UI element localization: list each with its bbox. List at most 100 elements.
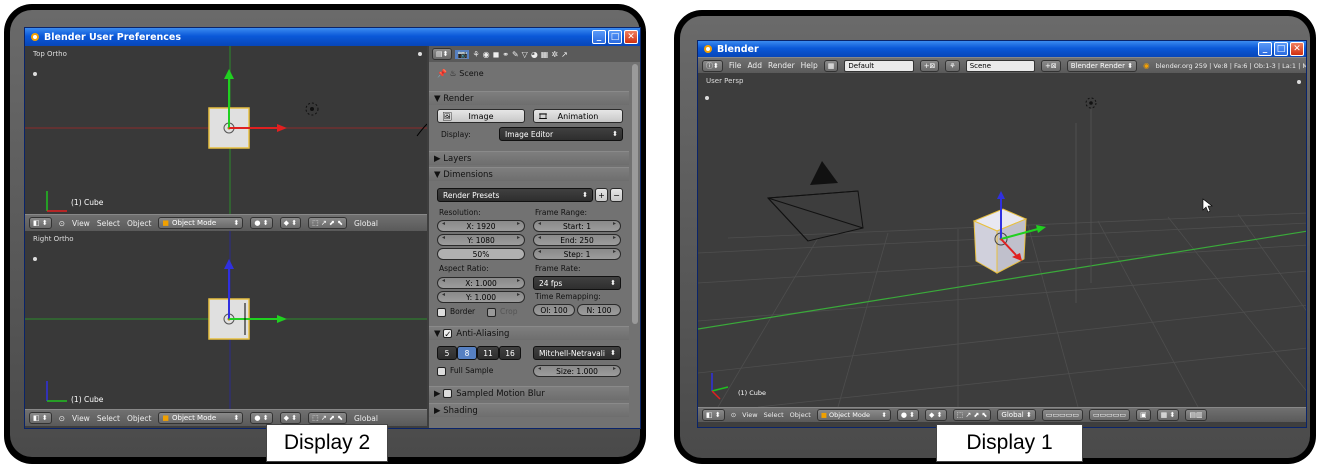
screen-layout-field[interactable]: Default — [844, 59, 914, 72]
render-presets-select[interactable]: Render Presets ⬍ — [437, 188, 593, 202]
layer-buttons-1[interactable]: ▭▭▭▭▭ — [1041, 409, 1083, 421]
data-tab-icon[interactable]: ▽ — [522, 50, 528, 59]
panel-motion-blur-header[interactable]: ▶ Sampled Motion Blur — [429, 386, 629, 400]
screen-layout-icon[interactable]: ▦ — [823, 59, 839, 72]
object-tab-icon[interactable]: ◼ — [493, 50, 500, 59]
maximize-button[interactable]: □ — [608, 30, 622, 44]
editor-type-button[interactable]: ⓘ⬍ — [702, 59, 723, 72]
panel-shading-header[interactable]: ▶ Shading — [429, 403, 629, 417]
manipulator-buttons[interactable]: ⬚ ↗ ⬈ ⬉ — [308, 217, 347, 229]
lock-icon[interactable]: ▣ — [1136, 409, 1151, 421]
menu-object[interactable]: Object — [127, 219, 151, 228]
close-button[interactable]: ✕ — [624, 30, 638, 44]
minimize-button[interactable]: _ — [1258, 42, 1272, 56]
time-remap-new-field[interactable]: N: 100 — [577, 304, 621, 316]
scene-icon[interactable]: ⚘ — [945, 59, 960, 72]
shading-select[interactable]: ● ⬍ — [896, 409, 920, 421]
menu-select[interactable]: Select — [97, 414, 120, 423]
material-tab-icon[interactable]: ◕ — [531, 50, 538, 59]
panel-dimensions-header[interactable]: ▼ Dimensions — [429, 167, 629, 181]
aa-sample-16[interactable]: 16 — [499, 346, 521, 360]
menu-object[interactable]: Object — [790, 411, 811, 419]
resolution-y-field[interactable]: ◂ Y: 1080 ▸ — [437, 234, 525, 246]
frame-end-field[interactable]: ◂ End: 250 ▸ — [533, 234, 621, 246]
physics-tab-icon[interactable]: ↗ — [561, 50, 568, 59]
layout-add-remove[interactable]: +⊠ — [919, 59, 940, 72]
minimize-button[interactable]: _ — [592, 30, 606, 44]
toggle-icon[interactable]: ⊙ — [731, 411, 736, 419]
editor-type-button[interactable]: ◧ ⬍ — [702, 409, 725, 421]
panel-layers-header[interactable]: ▶ Layers — [429, 151, 629, 165]
menu-view[interactable]: View — [72, 414, 90, 423]
render-preview-buttons[interactable]: ▤▥ — [1185, 409, 1207, 421]
orientation-select[interactable]: Global — [354, 219, 378, 228]
editor-type-button[interactable]: ◧ ⬍ — [29, 412, 52, 424]
aa-sample-11[interactable]: 11 — [477, 346, 499, 360]
titlebar[interactable]: Blender _ □ ✕ — [698, 41, 1306, 57]
add-preset-button[interactable]: + — [595, 188, 608, 202]
shading-select[interactable]: ● ⬍ — [250, 412, 273, 424]
properties-scrollbar[interactable] — [632, 64, 638, 324]
render-image-button[interactable]: 🖼 Image — [437, 109, 525, 123]
particles-tab-icon[interactable]: ✲ — [551, 50, 558, 59]
pivot-select[interactable]: ◆ ⬍ — [925, 409, 947, 421]
aspect-x-field[interactable]: ◂ X: 1.000 ▸ — [437, 277, 525, 289]
menu-object[interactable]: Object — [127, 414, 151, 423]
manipulator-buttons[interactable]: ⬚ ↗ ⬈ ⬉ — [952, 409, 992, 421]
editor-type-button[interactable]: ◧ ⬍ — [29, 217, 52, 229]
aa-sample-8[interactable]: 8 — [457, 346, 477, 360]
aa-sample-5[interactable]: 5 — [437, 346, 457, 360]
menu-select[interactable]: Select — [764, 411, 784, 419]
menu-view[interactable]: View — [742, 411, 757, 419]
orientation-select[interactable]: Global ⬍ — [997, 409, 1036, 421]
render-tab-icon[interactable]: 📷 — [455, 49, 470, 59]
constraint-tab-icon[interactable]: ⚭ — [502, 50, 509, 59]
menu-render[interactable]: Render — [768, 61, 795, 70]
mode-select[interactable]: ■ Object Mode ⬍ — [816, 409, 891, 421]
crop-checkbox[interactable]: Crop — [487, 307, 518, 317]
mode-select[interactable]: ■ Object Mode ⬍ — [158, 217, 244, 229]
frame-step-field[interactable]: ◂ Step: 1 ▸ — [533, 248, 621, 260]
orientation-select[interactable]: Global — [354, 414, 378, 423]
viewport-right-ortho[interactable]: Right Ortho (1) Cube — [25, 231, 427, 409]
border-checkbox[interactable]: Border — [437, 307, 475, 317]
render-engine-select[interactable]: Blender Render ⬍ — [1066, 59, 1138, 72]
snap-buttons[interactable]: ▦ ⬍ — [1156, 409, 1180, 421]
scene-add-remove[interactable]: +⊠ — [1040, 59, 1061, 72]
mode-select[interactable]: ■ Object Mode ⬍ — [158, 412, 244, 424]
titlebar[interactable]: Blender User Preferences _ □ ✕ — [25, 28, 640, 46]
world-tab-icon[interactable]: ◉ — [483, 50, 490, 59]
frame-start-field[interactable]: ◂ Start: 1 ▸ — [533, 220, 621, 232]
menu-select[interactable]: Select — [97, 219, 120, 228]
editor-type-button[interactable]: ▤⬍ — [432, 48, 453, 60]
layer-buttons-2[interactable]: ▭▭▭▭▭ — [1088, 409, 1131, 421]
shading-select[interactable]: ● ⬍ — [250, 217, 273, 229]
toggle-icon[interactable]: ⊙ — [59, 219, 65, 228]
aspect-y-field[interactable]: ◂ Y: 1.000 ▸ — [437, 291, 525, 303]
aa-size-field[interactable]: ◂ Size: 1.000 ▸ — [533, 365, 621, 377]
texture-tab-icon[interactable]: ▦ — [541, 50, 549, 59]
pin-icon[interactable]: 📌 — [437, 69, 447, 78]
modifier-tab-icon[interactable]: ✎ — [512, 50, 519, 59]
menu-help[interactable]: Help — [801, 61, 818, 70]
panel-render-header[interactable]: ▼ Render — [429, 91, 629, 105]
display-select[interactable]: Image Editor ⬍ — [499, 127, 623, 141]
full-sample-checkbox[interactable]: Full Sample — [437, 366, 493, 376]
close-button[interactable]: ✕ — [1290, 42, 1304, 56]
render-animation-button[interactable]: 🎞 Animation — [533, 109, 623, 123]
viewport-top-ortho[interactable]: Top Ortho (1) Cube — [25, 46, 427, 214]
menu-file[interactable]: File — [729, 61, 742, 70]
scene-field[interactable]: Scene — [965, 59, 1035, 72]
viewport-user-persp[interactable]: User Persp (1) Cube — [698, 73, 1306, 407]
time-remap-old-field[interactable]: Ol: 100 — [533, 304, 575, 316]
aa-filter-select[interactable]: Mitchell-Netravali ⬍ — [533, 346, 621, 360]
frame-rate-select[interactable]: 24 fps ⬍ — [533, 276, 621, 290]
manipulator-buttons[interactable]: ⬚ ↗ ⬈ ⬉ — [308, 412, 347, 424]
toggle-icon[interactable]: ⊙ — [59, 414, 65, 423]
pivot-select[interactable]: ◆ ⬍ — [279, 412, 302, 424]
scene-tab-icon[interactable]: ⚘ — [472, 50, 479, 59]
remove-preset-button[interactable]: − — [610, 188, 623, 202]
menu-add[interactable]: Add — [747, 61, 762, 70]
maximize-button[interactable]: □ — [1274, 42, 1288, 56]
resolution-percent-slider[interactable]: 50% — [437, 248, 525, 260]
